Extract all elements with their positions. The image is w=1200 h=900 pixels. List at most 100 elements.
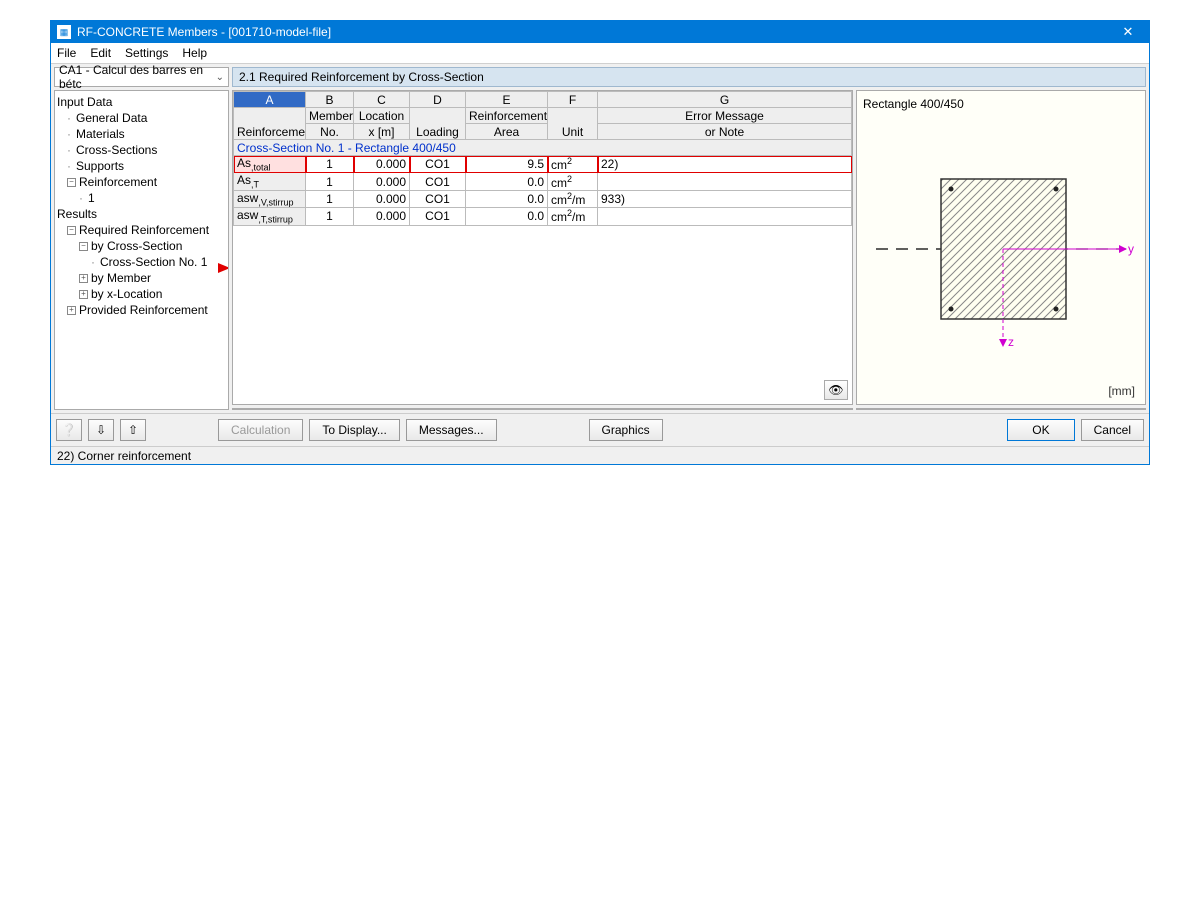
cell-load: CO1 (410, 173, 466, 190)
col-E[interactable]: E (466, 92, 548, 108)
col-C[interactable]: C (354, 92, 410, 108)
cross-section-preview: Rectangle 400/450 (856, 90, 1146, 405)
col-member: Member (306, 108, 354, 124)
table-row[interactable]: asw,V,stirrup10.000CO10.0cm2/m933) (234, 190, 852, 207)
svg-text:z: z (1008, 335, 1014, 349)
lower-preview-pane (856, 408, 1146, 410)
cell-note: 933) (598, 190, 852, 207)
table-row[interactable]: As,total10.000CO19.5cm222) (234, 156, 852, 173)
col-A[interactable]: A (234, 92, 306, 108)
cell-note (598, 208, 852, 225)
menu-edit[interactable]: Edit (90, 46, 111, 60)
help-button[interactable]: ❔ (56, 419, 82, 441)
tree-by-cross-section[interactable]: −by Cross-Section (57, 238, 226, 254)
cell-note: 22) (598, 156, 852, 173)
cell-label: As,total (234, 156, 306, 173)
calculation-button[interactable]: Calculation (218, 419, 303, 441)
app-icon: ▦ (57, 25, 71, 39)
import-button[interactable]: ⇧ (120, 419, 146, 441)
cell-label: asw,T,stirrup (234, 208, 306, 225)
cell-x: 0.000 (354, 173, 410, 190)
graphics-button[interactable]: Graphics (589, 419, 663, 441)
cell-unit: cm2 (548, 156, 598, 173)
cell-load: CO1 (410, 156, 466, 173)
window-title: RF-CONCRETE Members - [001710-model-file… (77, 25, 1113, 39)
menu-settings[interactable]: Settings (125, 46, 168, 60)
case-dropdown-value: CA1 - Calcul des barres en bétc (59, 63, 224, 91)
col-reinf-area: Reinforcement (466, 108, 548, 124)
cell-unit: cm2/m (548, 208, 598, 225)
cell-member: 1 (306, 208, 354, 225)
cancel-button[interactable]: Cancel (1081, 419, 1144, 441)
col-no: No. (306, 124, 354, 140)
tree-input-data[interactable]: Input Data (57, 94, 226, 110)
col-unit: Unit (548, 108, 598, 140)
export-button[interactable]: ⇩ (88, 419, 114, 441)
cell-area: 0.0 (466, 190, 548, 207)
tree-results[interactable]: Results (57, 206, 226, 222)
eye-icon[interactable]: 👁 (824, 380, 848, 400)
close-icon[interactable]: ✕ (1113, 24, 1143, 40)
table-row[interactable]: As,T10.000CO10.0cm2 (234, 173, 852, 190)
cell-unit: cm2/m (548, 190, 598, 207)
cell-x: 0.000 (354, 190, 410, 207)
titlebar: ▦ RF-CONCRETE Members - [001710-model-fi… (51, 21, 1149, 43)
cross-section-svg: z y (866, 144, 1136, 354)
status-text: 22) Corner reinforcement (57, 449, 191, 463)
messages-button[interactable]: Messages... (406, 419, 497, 441)
col-B[interactable]: B (306, 92, 354, 108)
chevron-down-icon: ⌄ (216, 72, 224, 83)
button-bar: ❔ ⇩ ⇧ Calculation To Display... Messages… (51, 413, 1149, 446)
tree-provided-reinforcement[interactable]: +Provided Reinforcement (57, 302, 226, 318)
tree-supports[interactable]: Supports (57, 158, 226, 174)
cell-member: 1 (306, 190, 354, 207)
status-bar: 22) Corner reinforcement (51, 446, 1149, 464)
lower-detail-pane (232, 408, 853, 410)
menubar: File Edit Settings Help (51, 43, 1149, 64)
svg-text:y: y (1128, 242, 1134, 256)
menu-help[interactable]: Help (182, 46, 207, 60)
tree-cross-sections[interactable]: Cross-Sections (57, 142, 226, 158)
menu-file[interactable]: File (57, 46, 76, 60)
cell-member: 1 (306, 173, 354, 190)
cell-unit: cm2 (548, 173, 598, 190)
cell-x: 0.000 (354, 156, 410, 173)
table-row[interactable]: asw,T,stirrup10.000CO10.0cm2/m (234, 208, 852, 225)
tree-reinforcement-1[interactable]: 1 (57, 190, 226, 206)
col-error: Error Message (598, 108, 852, 124)
tree-general-data[interactable]: General Data (57, 110, 226, 126)
cell-area: 0.0 (466, 173, 548, 190)
cell-area: 0.0 (466, 208, 548, 225)
arrow-indicator-icon (218, 263, 229, 273)
table-empty-area (233, 226, 852, 404)
cell-label: As,T (234, 173, 306, 190)
cell-member: 1 (306, 156, 354, 173)
col-reinforcement: Reinforcement (234, 108, 306, 140)
col-note: or Note (598, 124, 852, 140)
results-table[interactable]: A B C D E F G Reinforcement Member Locat… (232, 90, 853, 405)
cell-load: CO1 (410, 208, 466, 225)
section-header[interactable]: Cross-Section No. 1 - Rectangle 400/450 (234, 140, 852, 156)
tree-by-x-location[interactable]: +by x-Location (57, 286, 226, 302)
col-loading: Loading (410, 108, 466, 140)
col-G[interactable]: G (598, 92, 852, 108)
cell-load: CO1 (410, 190, 466, 207)
tree-required-reinforcement[interactable]: −Required Reinforcement (57, 222, 226, 238)
tree-by-member[interactable]: +by Member (57, 270, 226, 286)
ok-button[interactable]: OK (1007, 419, 1074, 441)
col-area: Area (466, 124, 548, 140)
nav-tree: Input Data General Data Materials Cross-… (54, 90, 229, 410)
cell-area: 9.5 (466, 156, 548, 173)
tree-cross-section-1[interactable]: Cross-Section No. 1 (57, 254, 226, 270)
col-xm: x [m] (354, 124, 410, 140)
tree-reinforcement[interactable]: −Reinforcement (57, 174, 226, 190)
tree-materials[interactable]: Materials (57, 126, 226, 142)
panel-title: 2.1 Required Reinforcement by Cross-Sect… (232, 67, 1146, 87)
preview-title: Rectangle 400/450 (863, 97, 1139, 113)
col-F[interactable]: F (548, 92, 598, 108)
cell-note (598, 173, 852, 190)
col-D[interactable]: D (410, 92, 466, 108)
cell-x: 0.000 (354, 208, 410, 225)
case-dropdown[interactable]: CA1 - Calcul des barres en bétc ⌄ (54, 67, 229, 87)
to-display-button[interactable]: To Display... (309, 419, 399, 441)
